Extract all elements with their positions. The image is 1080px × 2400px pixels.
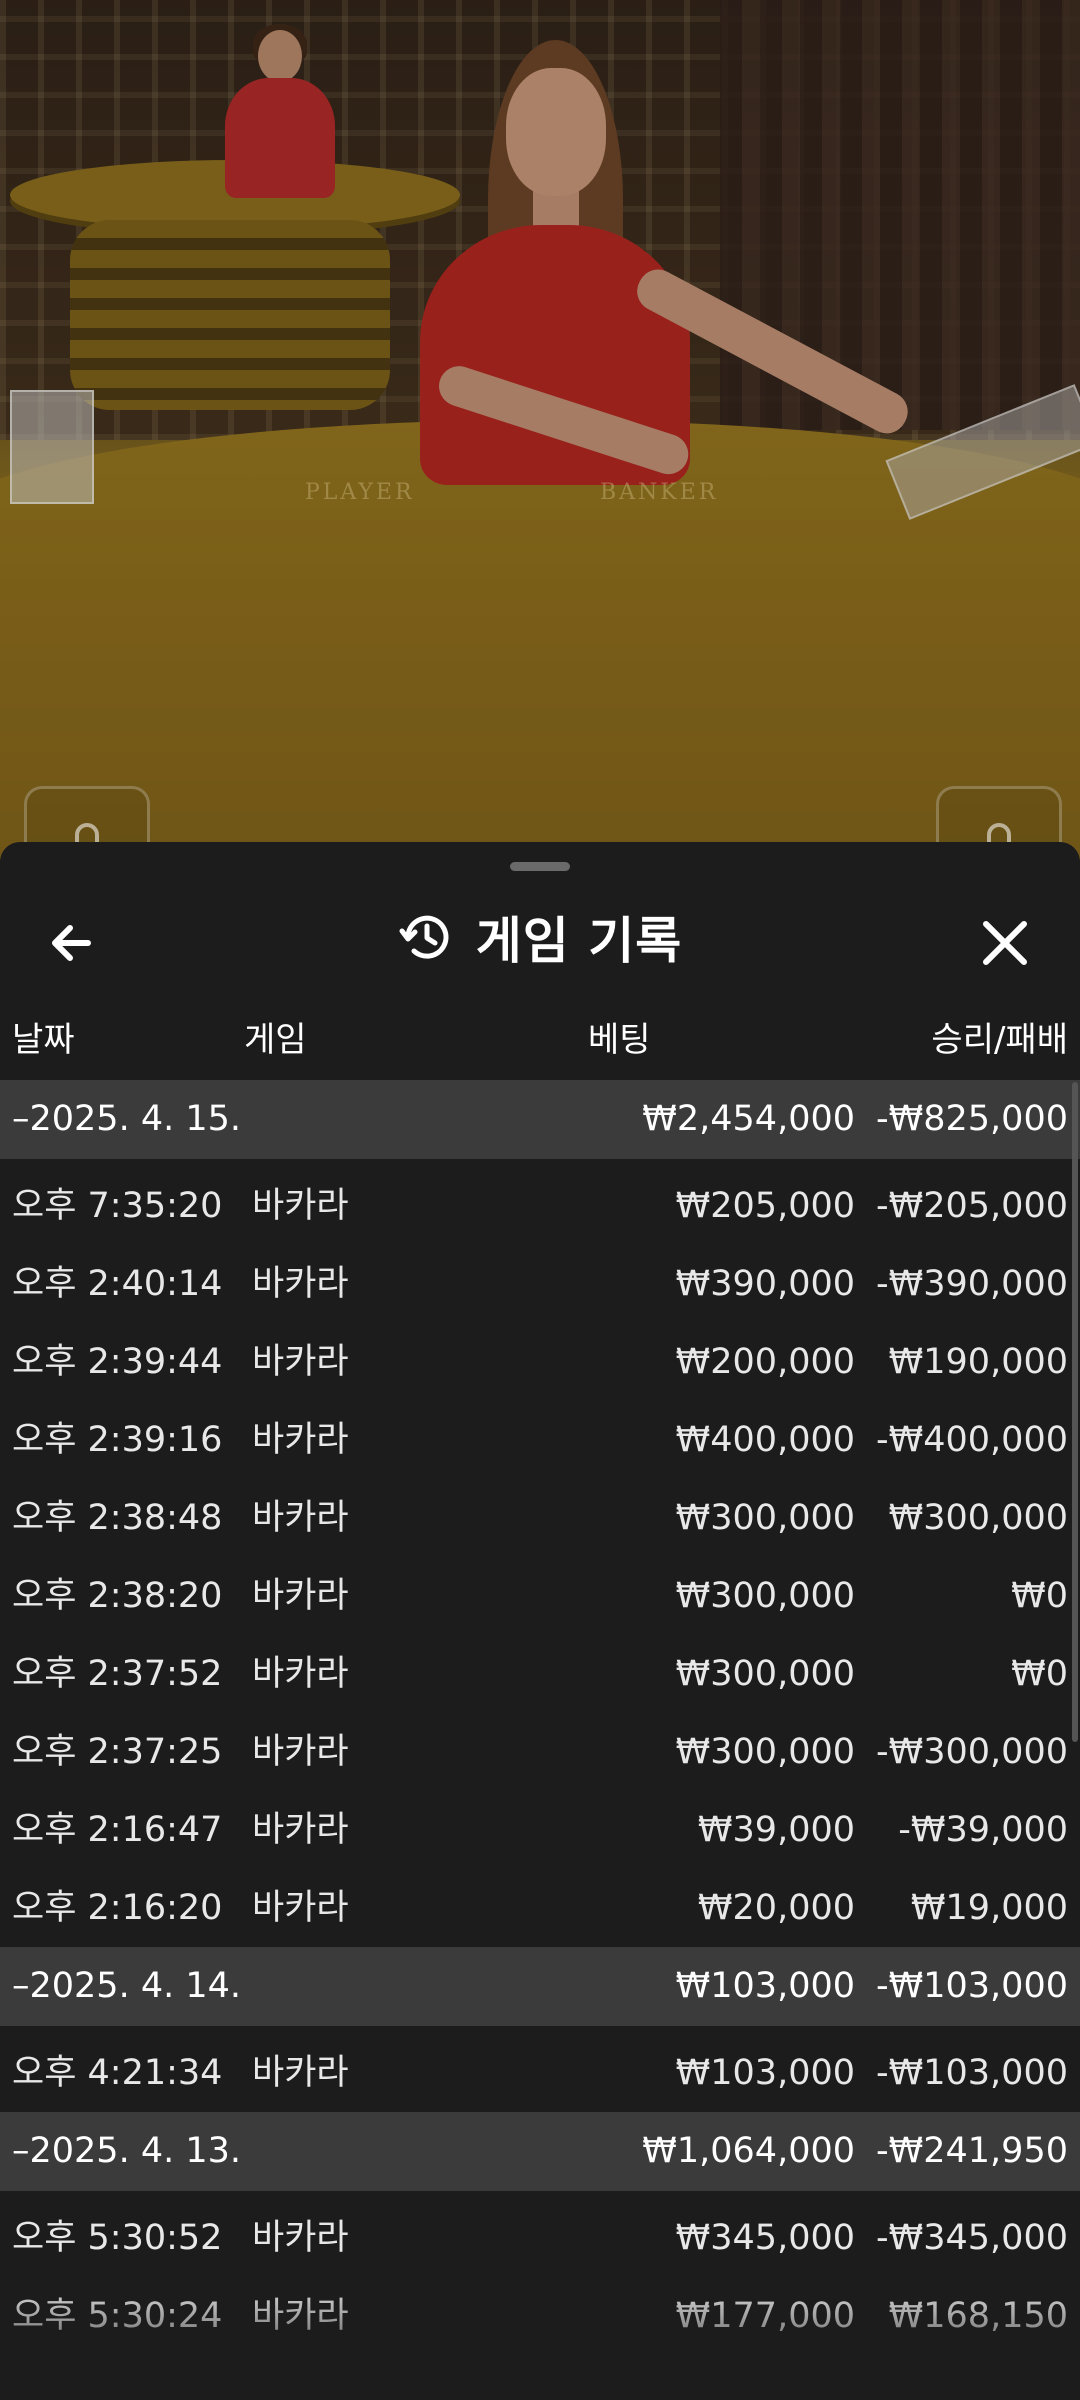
- history-list[interactable]: –2025. 4. 15. ₩2,454,000 -₩825,000 오후 7:35:…: [0, 1080, 1080, 2355]
- group-date: –2025. 4. 14.: [12, 1966, 242, 2006]
- row-bet: ₩300,000: [675, 1732, 855, 1772]
- group-result-total: -₩103,000: [876, 1966, 1068, 2006]
- group-bet-total: ₩2,454,000: [642, 1099, 855, 1139]
- row-time: 오후 4:21:34: [12, 2053, 223, 2093]
- row-bet: ₩200,000: [675, 1342, 855, 1382]
- date-group-header[interactable]: –2025. 4. 13. ₩1,064,000 -₩241,950: [0, 2112, 1080, 2191]
- row-game: 바카라: [252, 2296, 349, 2336]
- row-bet: ₩177,000: [675, 2296, 855, 2336]
- sheet-header: 게임 기록: [0, 882, 1080, 992]
- row-result: ₩190,000: [888, 1342, 1068, 1382]
- row-result: -₩390,000: [876, 1264, 1068, 1304]
- row-result: -₩39,000: [898, 1810, 1068, 1850]
- row-result: ₩19,000: [910, 1888, 1068, 1928]
- row-game: 바카라: [252, 1576, 349, 1616]
- column-header-game[interactable]: 게임: [244, 1012, 307, 1062]
- row-result: -₩300,000: [876, 1732, 1068, 1772]
- row-time: 오후 5:30:24: [12, 2296, 223, 2336]
- live-dealer-video: PLAYER BANKER: [0, 0, 1080, 860]
- history-row[interactable]: 오후 2:37:25 바카라 ₩300,000 -₩300,000: [0, 1713, 1080, 1791]
- row-game: 바카라: [252, 1888, 349, 1928]
- row-time: 오후 5:30:52: [12, 2218, 223, 2258]
- row-bet: ₩400,000: [675, 1420, 855, 1460]
- group-result-total: -₩241,950: [876, 2131, 1068, 2171]
- row-bet: ₩103,000: [675, 2053, 855, 2093]
- group-date: –2025. 4. 13.: [12, 2131, 242, 2171]
- group-bet-total: ₩1,064,000: [642, 2131, 855, 2171]
- row-bet: ₩20,000: [697, 1888, 855, 1928]
- close-button[interactable]: [970, 908, 1040, 978]
- row-game: 바카라: [252, 1654, 349, 1694]
- row-game: 바카라: [252, 1264, 349, 1304]
- history-row[interactable]: 오후 2:39:16 바카라 ₩400,000 -₩400,000: [0, 1401, 1080, 1479]
- row-result: -₩400,000: [876, 1420, 1068, 1460]
- history-row[interactable]: 오후 2:38:48 바카라 ₩300,000 ₩300,000: [0, 1479, 1080, 1557]
- game-history-sheet: 게임 기록 날짜 게임 베팅 승리/패배 –2025. 4. 15. ₩2,454…: [0, 842, 1080, 2400]
- row-result: ₩0: [1011, 1576, 1068, 1616]
- row-bet: ₩390,000: [675, 1264, 855, 1304]
- history-row[interactable]: 오후 2:16:20 바카라 ₩20,000 ₩19,000: [0, 1869, 1080, 1947]
- history-row[interactable]: 오후 2:37:52 바카라 ₩300,000 ₩0: [0, 1635, 1080, 1713]
- row-result: -₩103,000: [876, 2053, 1068, 2093]
- row-result: -₩345,000: [876, 2218, 1068, 2258]
- history-row[interactable]: 오후 2:16:47 바카라 ₩39,000 -₩39,000: [0, 1791, 1080, 1869]
- row-game: 바카라: [252, 1342, 349, 1382]
- row-game: 바카라: [252, 1498, 349, 1538]
- date-group-header[interactable]: –2025. 4. 15. ₩2,454,000 -₩825,000: [0, 1080, 1080, 1159]
- group-result-total: -₩825,000: [876, 1099, 1068, 1139]
- date-group-header[interactable]: –2025. 4. 14. ₩103,000 -₩103,000: [0, 1947, 1080, 2026]
- row-time: 오후 2:39:44: [12, 1342, 223, 1382]
- history-row[interactable]: 오후 5:30:52 바카라 ₩345,000 -₩345,000: [0, 2199, 1080, 2277]
- row-game: 바카라: [252, 2053, 349, 2093]
- row-result: ₩0: [1011, 1654, 1068, 1694]
- column-header-result[interactable]: 승리/패배: [931, 1012, 1068, 1062]
- row-game: 바카라: [252, 2218, 349, 2258]
- row-time: 오후 2:38:48: [12, 1498, 223, 1538]
- history-row[interactable]: 오후 5:30:24 바카라 ₩177,000 ₩168,150: [0, 2277, 1080, 2355]
- row-result: -₩205,000: [876, 1186, 1068, 1226]
- row-time: 오후 2:16:20: [12, 1888, 223, 1928]
- row-bet: ₩300,000: [675, 1576, 855, 1616]
- row-game: 바카라: [252, 1732, 349, 1772]
- row-time: 오후 2:39:16: [12, 1420, 223, 1460]
- sheet-title: 게임 기록: [475, 912, 683, 970]
- row-bet: ₩205,000: [675, 1186, 855, 1226]
- sheet-drag-handle[interactable]: [510, 862, 570, 871]
- row-time: 오후 2:37:25: [12, 1732, 223, 1772]
- row-bet: ₩300,000: [675, 1498, 855, 1538]
- close-icon: [983, 921, 1027, 965]
- row-time: 오후 7:35:20: [12, 1186, 223, 1226]
- history-clock-icon: [399, 915, 449, 959]
- row-bet: ₩39,000: [697, 1810, 855, 1850]
- row-time: 오후 2:37:52: [12, 1654, 223, 1694]
- list-scrollbar[interactable]: [1072, 1082, 1078, 1742]
- group-date: –2025. 4. 15.: [12, 1099, 242, 1139]
- row-result: ₩168,150: [888, 2296, 1068, 2336]
- history-row[interactable]: 오후 2:39:44 바카라 ₩200,000 ₩190,000: [0, 1323, 1080, 1401]
- row-bet: ₩345,000: [675, 2218, 855, 2258]
- row-time: 오후 2:40:14: [12, 1264, 223, 1304]
- row-bet: ₩300,000: [675, 1654, 855, 1694]
- history-row[interactable]: 오후 7:35:20 바카라 ₩205,000 -₩205,000: [0, 1167, 1080, 1245]
- row-game: 바카라: [252, 1420, 349, 1460]
- row-time: 오후 2:38:20: [12, 1576, 223, 1616]
- row-game: 바카라: [252, 1810, 349, 1850]
- row-result: ₩300,000: [888, 1498, 1068, 1538]
- column-header-bet[interactable]: 베팅: [588, 1012, 651, 1062]
- row-game: 바카라: [252, 1186, 349, 1226]
- group-bet-total: ₩103,000: [675, 1966, 855, 2006]
- column-header-date[interactable]: 날짜: [12, 1012, 75, 1062]
- row-time: 오후 2:16:47: [12, 1810, 223, 1850]
- history-row[interactable]: 오후 2:40:14 바카라 ₩390,000 -₩390,000: [0, 1245, 1080, 1323]
- history-row[interactable]: 오후 4:21:34 바카라 ₩103,000 -₩103,000: [0, 2034, 1080, 2112]
- history-row[interactable]: 오후 2:38:20 바카라 ₩300,000 ₩0: [0, 1557, 1080, 1635]
